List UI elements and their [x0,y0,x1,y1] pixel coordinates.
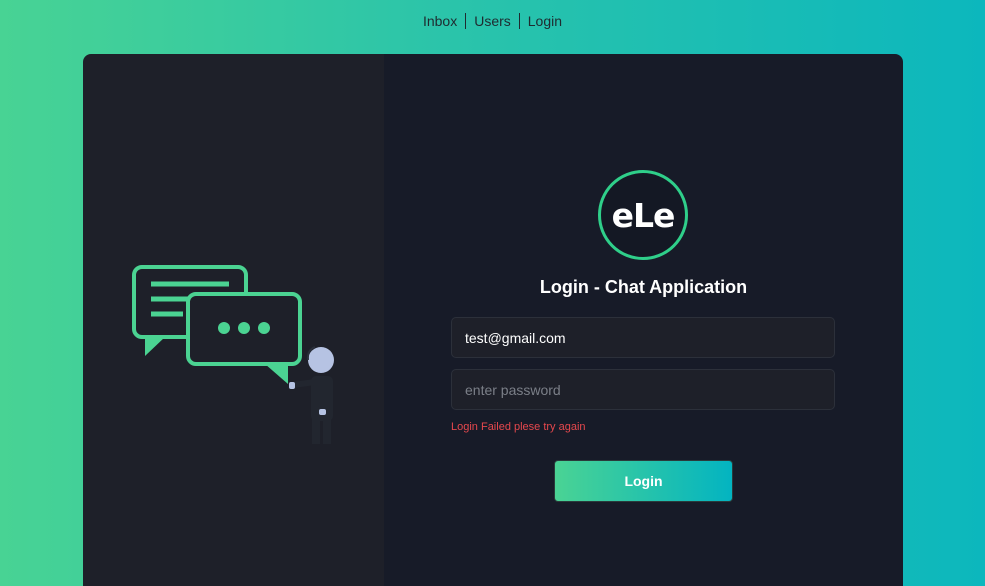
login-button[interactable]: Login [554,460,733,502]
app-logo: eLe [598,170,688,260]
nav-link-users[interactable]: Users [466,12,519,30]
illustration-panel [83,54,384,586]
email-field[interactable] [451,317,835,358]
password-field[interactable] [451,369,835,410]
page-title: Login - Chat Application [539,277,748,297]
form-panel: eLe Login - Chat Application Login Faile… [384,54,903,586]
nav-link-login[interactable]: Login [520,12,570,30]
login-card: eLe Login - Chat Application Login Faile… [83,54,903,586]
chat-bubbles-with-person-icon [132,265,334,444]
nav-link-inbox[interactable]: Inbox [415,12,465,30]
error-message: Login Failed plese try again [451,421,586,433]
top-nav: Inbox Users Login [0,12,985,30]
